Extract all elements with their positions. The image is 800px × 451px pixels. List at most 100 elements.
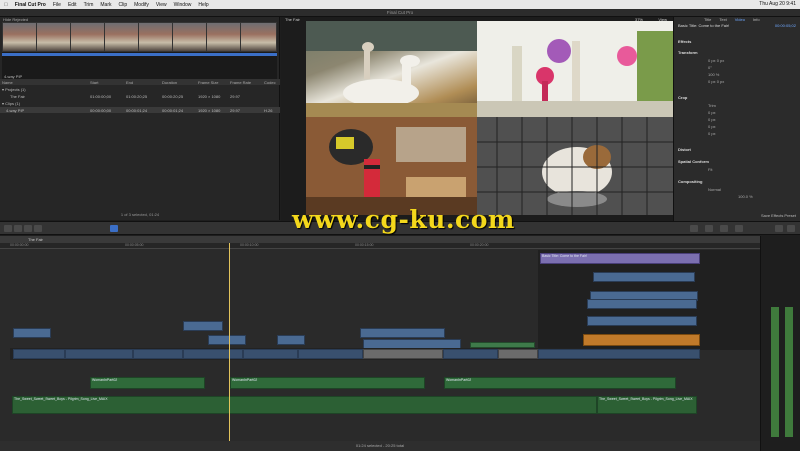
browser-pane: Hide Rejected 4-way PIP Name Start End D…: [0, 17, 280, 220]
flowers-image: [477, 21, 676, 117]
video-clip[interactable]: [360, 328, 445, 338]
crop-left[interactable]: 0 px: [678, 110, 798, 116]
primary-clip[interactable]: [538, 349, 700, 359]
group-clips[interactable]: ▾ Clips (1): [0, 100, 280, 106]
clip-thumbnail[interactable]: [36, 22, 73, 52]
col-start[interactable]: Start: [90, 80, 126, 85]
menu-view[interactable]: View: [156, 2, 167, 8]
apple-icon[interactable]: : [4, 2, 8, 8]
titles-browser-icon[interactable]: [775, 225, 783, 232]
primary-clip[interactable]: [183, 349, 243, 359]
tab-title[interactable]: Title: [704, 17, 711, 22]
pip-quadrant-flowers[interactable]: [477, 21, 676, 117]
adjustment-clip[interactable]: [583, 334, 700, 346]
section-effects[interactable]: Effects: [678, 39, 798, 45]
primary-clip[interactable]: [443, 349, 498, 359]
video-clip[interactable]: [587, 316, 697, 326]
clip-thumbnail[interactable]: [206, 22, 243, 52]
col-codec[interactable]: Codec: [264, 80, 278, 85]
video-clip[interactable]: [208, 335, 246, 345]
effects-browser-icon[interactable]: [705, 225, 713, 232]
section-distort[interactable]: Distort: [678, 147, 798, 153]
video-clip[interactable]: [277, 335, 305, 345]
tab-text[interactable]: Text: [719, 17, 726, 22]
audio-skimming-icon[interactable]: [14, 225, 22, 232]
clip-thumbnail[interactable]: [70, 22, 107, 52]
primary-clip[interactable]: [298, 349, 363, 359]
tab-info[interactable]: Info: [753, 17, 760, 22]
section-compositing[interactable]: Compositing: [678, 179, 798, 185]
menu-mark[interactable]: Mark: [100, 2, 111, 8]
forward-icon[interactable]: [34, 225, 42, 232]
save-effects-preset-button[interactable]: Save Effects Preset: [761, 213, 796, 218]
video-clip[interactable]: [593, 272, 695, 282]
col-name[interactable]: Name: [0, 80, 90, 85]
pip-quadrant-cage[interactable]: [477, 117, 676, 215]
music-clip[interactable]: The_Sweet_Sweet_Sweet_Boys - Pilgrim_Son…: [12, 396, 597, 414]
transform-rotation[interactable]: 0°: [678, 65, 798, 71]
list-item[interactable]: 4-way PIP 00:00:00;00 00:00:01;24 00:00:…: [0, 107, 280, 113]
list-item[interactable]: The Fair 01:00:00;00 01:00:20;25 00:00:2…: [0, 93, 280, 99]
video-clip[interactable]: [13, 328, 51, 338]
crop-top[interactable]: 0 px: [678, 124, 798, 130]
menu-trim[interactable]: Trim: [84, 2, 94, 8]
audio-clip[interactable]: WomanInPart02: [444, 377, 676, 389]
list-header: Name Start End Duration Frame Size Frame…: [0, 79, 280, 85]
col-duration[interactable]: Duration: [162, 80, 198, 85]
transform-position[interactable]: 0 px 0 px: [678, 58, 798, 64]
transform-scale[interactable]: 100 %: [678, 72, 798, 78]
clip-thumbnail[interactable]: [104, 22, 141, 52]
transitions-browser-icon[interactable]: [720, 225, 728, 232]
section-transform[interactable]: Transform: [678, 50, 798, 56]
audio-clip[interactable]: WomanInPart02: [230, 377, 425, 389]
primary-clip[interactable]: [498, 349, 538, 359]
menu-clip[interactable]: Clip: [119, 2, 128, 8]
primary-clip[interactable]: [133, 349, 183, 359]
primary-clip[interactable]: [243, 349, 298, 359]
generators-icon[interactable]: [787, 225, 795, 232]
menu-modify[interactable]: Modify: [134, 2, 149, 8]
opacity-value[interactable]: 100.0 %: [678, 194, 798, 200]
back-icon[interactable]: [24, 225, 32, 232]
section-crop[interactable]: Crop: [678, 95, 798, 101]
menu-file[interactable]: File: [53, 2, 61, 8]
timeline-ruler[interactable]: 00:00:00:00 00:00:05:00 00:00:10:00 00:0…: [0, 243, 760, 249]
playhead[interactable]: [229, 243, 230, 443]
clip-thumbnail[interactable]: [2, 22, 39, 52]
menu-help[interactable]: Help: [198, 2, 208, 8]
blend-mode[interactable]: Normal: [678, 187, 798, 193]
music-clip[interactable]: The_Sweet_Sweet_Sweet_Boys - Pilgrim_Son…: [597, 396, 697, 414]
video-clip[interactable]: [587, 299, 697, 309]
clip-thumbnail[interactable]: [240, 22, 277, 52]
index-button[interactable]: [4, 225, 12, 232]
crop-bottom[interactable]: 0 px: [678, 131, 798, 137]
video-clip[interactable]: [183, 321, 223, 331]
pip-quadrant-craft[interactable]: [306, 117, 477, 215]
col-end[interactable]: End: [126, 80, 162, 85]
clip-appearance-icon[interactable]: [690, 225, 698, 232]
primary-clip[interactable]: [363, 349, 443, 359]
section-spatial-conform[interactable]: Spatial Conform: [678, 159, 798, 165]
col-frame-rate[interactable]: Frame Rate: [230, 80, 264, 85]
menu-edit[interactable]: Edit: [68, 2, 77, 8]
crop-type[interactable]: Trim: [678, 103, 798, 109]
col-frame-size[interactable]: Frame Size: [198, 80, 230, 85]
audio-clip[interactable]: WomanInPart02: [90, 377, 205, 389]
title-clip[interactable]: Basic Title: Come to the Fair!: [540, 253, 700, 264]
photos-music-icon[interactable]: [735, 225, 743, 232]
group-projects[interactable]: ▾ Projects (1): [0, 86, 280, 92]
primary-clip[interactable]: [13, 349, 65, 359]
app-menu[interactable]: Final Cut Pro: [15, 2, 46, 8]
crop-right[interactable]: 0 px: [678, 117, 798, 123]
clip-thumbnail[interactable]: [138, 22, 175, 52]
video-canvas[interactable]: [306, 21, 676, 215]
clip-thumbnail[interactable]: [172, 22, 209, 52]
tab-video[interactable]: Video: [735, 17, 745, 22]
browser-filmstrip[interactable]: 4-way PIP: [2, 22, 277, 84]
spatial-type[interactable]: Fit: [678, 167, 798, 173]
pip-quadrant-alpaca[interactable]: [306, 21, 477, 117]
transform-anchor[interactable]: 0 px 0 px: [678, 79, 798, 85]
select-tool-icon[interactable]: [110, 225, 118, 232]
menu-window[interactable]: Window: [174, 2, 192, 8]
primary-clip[interactable]: [65, 349, 133, 359]
